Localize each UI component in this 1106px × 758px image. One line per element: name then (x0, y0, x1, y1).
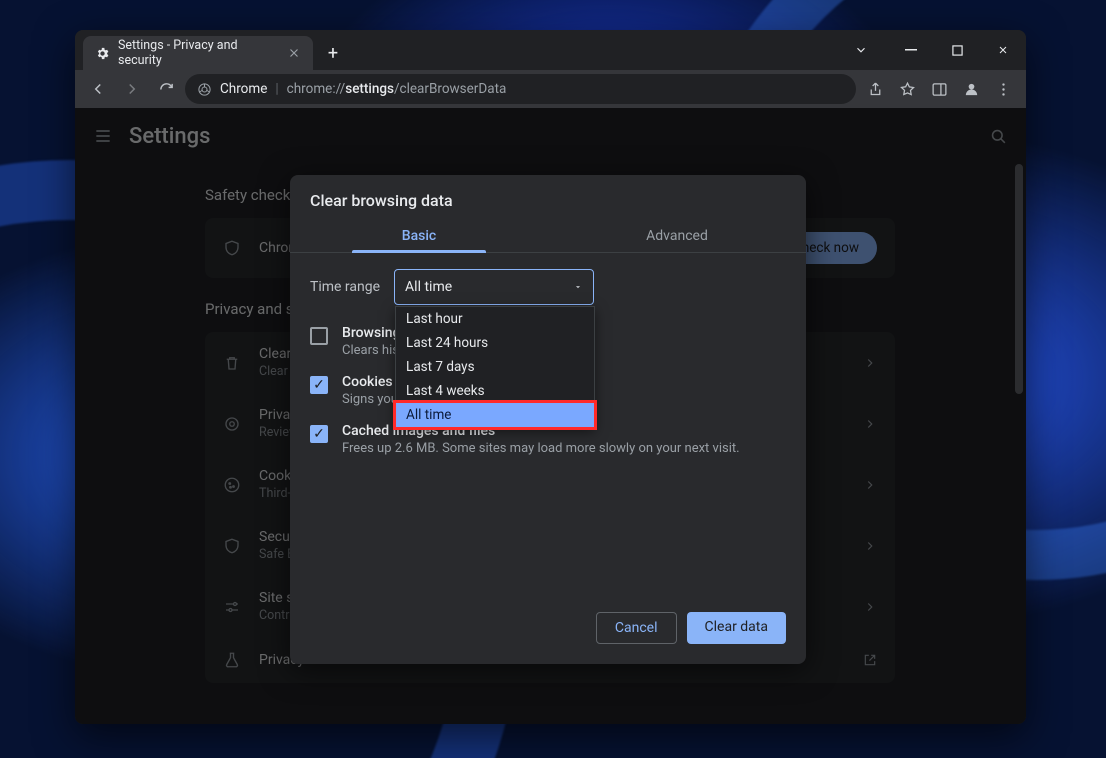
share-icon[interactable] (860, 74, 890, 104)
checkbox[interactable]: ✓ (310, 376, 328, 394)
checkbox[interactable] (310, 327, 328, 345)
url-text: chrome://settings/clearBrowserData (287, 81, 507, 97)
menu-icon[interactable] (988, 74, 1018, 104)
profile-icon[interactable] (956, 74, 986, 104)
url-scheme: Chrome (220, 81, 267, 97)
minimize-button[interactable] (888, 30, 934, 70)
url-separator: | (275, 81, 278, 97)
settings-page: Settings Safety check Chrome can help ke… (75, 108, 1026, 724)
chrome-icon (197, 82, 212, 97)
maximize-button[interactable] (934, 30, 980, 70)
browser-window: Settings - Privacy and security + Chrome… (75, 30, 1026, 724)
close-window-button[interactable] (980, 30, 1026, 70)
time-range-value: All time (405, 279, 452, 295)
gear-icon (95, 46, 110, 61)
star-icon[interactable] (892, 74, 922, 104)
clear-browsing-data-dialog: Clear browsing data Basic Advanced Time … (290, 175, 806, 664)
dropdown-option[interactable]: Last 4 weeks (396, 379, 594, 403)
browser-toolbar: Chrome | chrome://settings/clearBrowserD… (75, 70, 1026, 108)
window-controls (838, 30, 1026, 70)
cancel-button[interactable]: Cancel (596, 612, 677, 644)
reload-button[interactable] (151, 74, 181, 104)
browser-tab[interactable]: Settings - Privacy and security (83, 36, 313, 70)
clear-data-button[interactable]: Clear data (687, 612, 786, 644)
dialog-title: Clear browsing data (290, 175, 806, 218)
new-tab-button[interactable]: + (319, 39, 347, 67)
panel-icon[interactable] (924, 74, 954, 104)
chevron-down-icon[interactable] (838, 30, 884, 70)
time-range-select[interactable]: All time Last hour Last 24 hours Last 7 … (394, 269, 594, 305)
address-bar[interactable]: Chrome | chrome://settings/clearBrowserD… (185, 74, 856, 104)
dropdown-option-selected[interactable]: All time (396, 403, 594, 427)
back-button[interactable] (83, 74, 113, 104)
dropdown-option[interactable]: Last hour (396, 307, 594, 331)
title-bar: Settings - Privacy and security + (75, 30, 1026, 70)
checkbox[interactable]: ✓ (310, 425, 328, 443)
tab-title: Settings - Privacy and security (118, 38, 279, 68)
close-icon[interactable] (287, 46, 301, 60)
dialog-tabs: Basic Advanced (290, 218, 806, 253)
time-range-label: Time range (310, 279, 380, 295)
forward-button[interactable] (117, 74, 147, 104)
dropdown-arrow-icon (573, 282, 583, 292)
tab-basic[interactable]: Basic (290, 218, 548, 253)
time-range-dropdown: Last hour Last 24 hours Last 7 days Last… (395, 306, 595, 428)
dropdown-option[interactable]: Last 7 days (396, 355, 594, 379)
dropdown-option[interactable]: Last 24 hours (396, 331, 594, 355)
tab-advanced[interactable]: Advanced (548, 218, 806, 253)
